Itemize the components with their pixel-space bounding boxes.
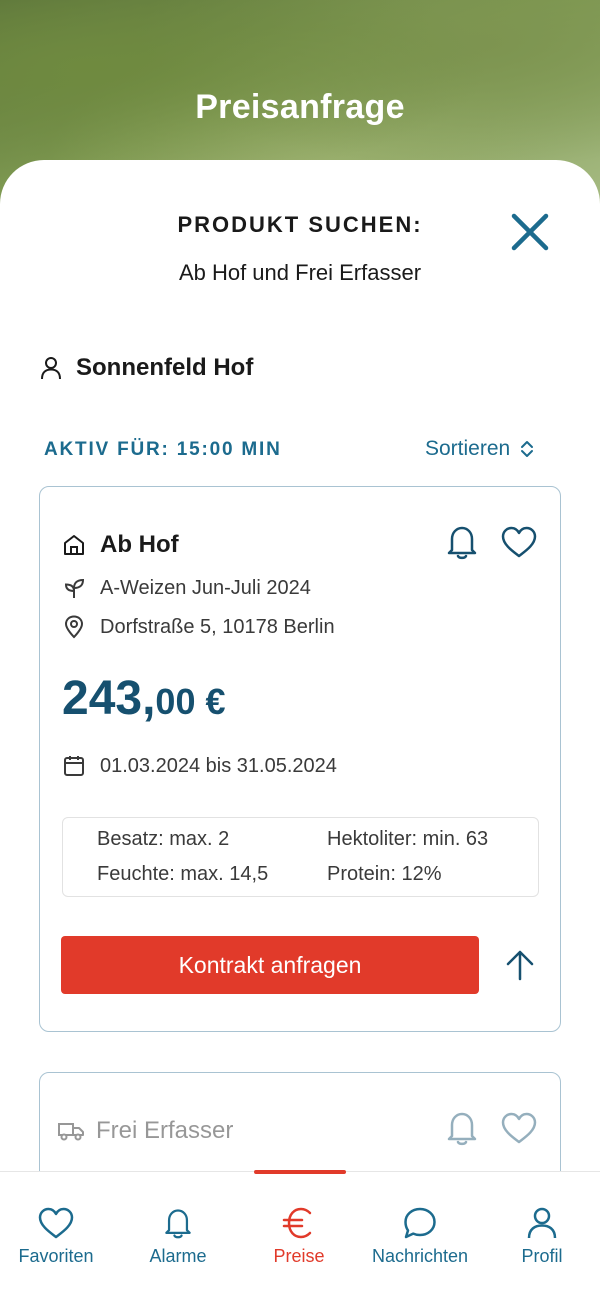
chat-icon	[404, 1207, 436, 1239]
bottom-navigation: Favoriten Alarme Preise Nachrichten Prof…	[0, 1170, 600, 1299]
bell-icon[interactable]	[444, 1109, 480, 1147]
delivery-address: Dorfstraße 5, 10178 Berlin	[100, 615, 335, 638]
active-tab-indicator	[254, 1170, 346, 1174]
price: 243,00 €	[62, 671, 226, 726]
offer-card: Ab Hof A-Weizen Jun-Juli 2024 Dorfstraße…	[39, 486, 561, 1032]
bell-icon[interactable]	[444, 523, 480, 561]
heart-icon[interactable]	[500, 1111, 538, 1145]
quality-specs: Besatz: max. 2 Hektoliter: min. 63 Feuch…	[62, 817, 539, 897]
farm-name: Sonnenfeld Hof	[76, 354, 254, 381]
nav-label: Nachrichten	[371, 1246, 469, 1266]
nav-favoriten[interactable]: Favoriten	[0, 1206, 116, 1267]
price-main: 243,	[62, 672, 156, 725]
sort-button[interactable]: Sortieren	[425, 437, 534, 461]
sort-label: Sortieren	[425, 437, 511, 460]
nav-label: Preise	[273, 1246, 325, 1266]
offer-title: Ab Hof	[100, 531, 179, 558]
price-cents: 00 €	[155, 681, 226, 722]
offer-title: Frei Erfasser	[96, 1117, 234, 1144]
heart-icon[interactable]	[500, 525, 538, 559]
nav-nachrichten[interactable]: Nachrichten	[360, 1206, 480, 1267]
request-contract-button[interactable]: Kontrakt anfragen	[61, 936, 479, 994]
sort-chevrons-icon	[521, 441, 534, 457]
user-icon	[41, 357, 61, 380]
user-icon	[527, 1207, 557, 1239]
spec-feuchte: Feuchte: max. 14,5	[97, 863, 269, 885]
nav-label: Profil	[521, 1246, 563, 1266]
close-icon[interactable]	[506, 208, 554, 256]
home-icon	[64, 535, 84, 555]
bell-icon	[165, 1209, 191, 1239]
heart-icon	[38, 1207, 74, 1239]
spec-hektoliter: Hektoliter: min. 63	[327, 828, 489, 850]
arrow-up-icon[interactable]	[502, 947, 538, 983]
spec-protein: Protein: 12%	[327, 863, 442, 885]
truck-icon	[58, 1123, 84, 1141]
nav-alarme[interactable]: Alarme	[118, 1206, 238, 1267]
euro-icon	[282, 1207, 312, 1239]
nav-label: Favoriten	[18, 1246, 94, 1266]
sprout-icon	[64, 578, 85, 598]
search-subtitle: Ab Hof und Frei Erfasser	[178, 260, 422, 285]
product-search-sheet: PRODUKT SUCHEN: Ab Hof und Frei Erfasser…	[0, 160, 600, 1299]
calendar-icon	[64, 756, 84, 776]
nav-label: Alarme	[149, 1246, 207, 1266]
page-title: Preisanfrage	[195, 88, 405, 126]
nav-preise[interactable]: Preise	[239, 1206, 359, 1267]
product-name: A-Weizen Jun-Juli 2024	[100, 576, 311, 599]
location-pin-icon	[64, 615, 84, 639]
spec-besatz: Besatz: max. 2	[97, 828, 230, 850]
farm-row: Sonnenfeld Hof	[40, 354, 253, 382]
active-timer-label: AKTIV FÜR: 15:00 MIN	[44, 439, 282, 460]
validity-period: 01.03.2024 bis 31.05.2024	[100, 754, 337, 777]
nav-profil[interactable]: Profil	[482, 1206, 600, 1267]
